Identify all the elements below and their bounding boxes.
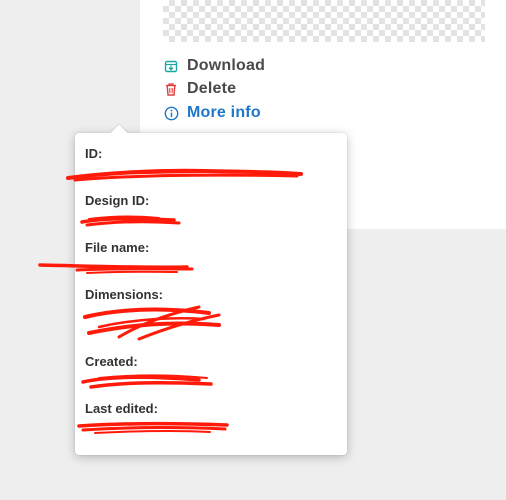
- last-edited-field: Last edited:: [77, 401, 235, 437]
- dimensions-label: Dimensions:: [85, 287, 164, 302]
- popover-arrow: [110, 124, 128, 142]
- image-preview: [163, 0, 485, 42]
- last-edited-value: [77, 421, 235, 437]
- download-icon: [163, 58, 179, 74]
- trash-icon: [163, 81, 179, 97]
- design-id-field: Design ID:: [80, 193, 185, 229]
- delete-label: Delete: [187, 80, 237, 97]
- more-info-button[interactable]: More info: [163, 103, 261, 123]
- redaction-scribble: [83, 305, 221, 341]
- id-value: [66, 166, 315, 182]
- last-edited-label: Last edited:: [85, 401, 158, 416]
- download-button[interactable]: Download: [163, 56, 265, 76]
- file-name-field: File name:: [38, 240, 195, 276]
- delete-button[interactable]: Delete: [163, 79, 236, 99]
- redaction-scribble: [80, 215, 181, 227]
- created-field: Created:: [81, 354, 215, 390]
- more-info-label: More info: [187, 104, 261, 121]
- redaction-scribble: [77, 421, 229, 434]
- more-info-popover: ID: Design ID: File name: Dimensions: Cr…: [38, 124, 347, 455]
- redaction-scribble: [66, 168, 303, 182]
- dimensions-value: [83, 305, 221, 341]
- dimensions-field: Dimensions:: [83, 287, 221, 341]
- redaction-scribble: [38, 263, 194, 274]
- created-value: [81, 374, 215, 390]
- created-label: Created:: [85, 354, 138, 369]
- design-id-value: [80, 213, 185, 229]
- id-field: ID:: [66, 146, 315, 182]
- download-label: Download: [187, 57, 266, 74]
- redaction-scribble: [81, 374, 213, 389]
- design-id-label: Design ID:: [85, 193, 150, 208]
- id-label: ID:: [85, 146, 103, 161]
- file-name-value: [38, 260, 195, 276]
- info-icon: [163, 105, 179, 121]
- file-name-label: File name:: [85, 240, 150, 255]
